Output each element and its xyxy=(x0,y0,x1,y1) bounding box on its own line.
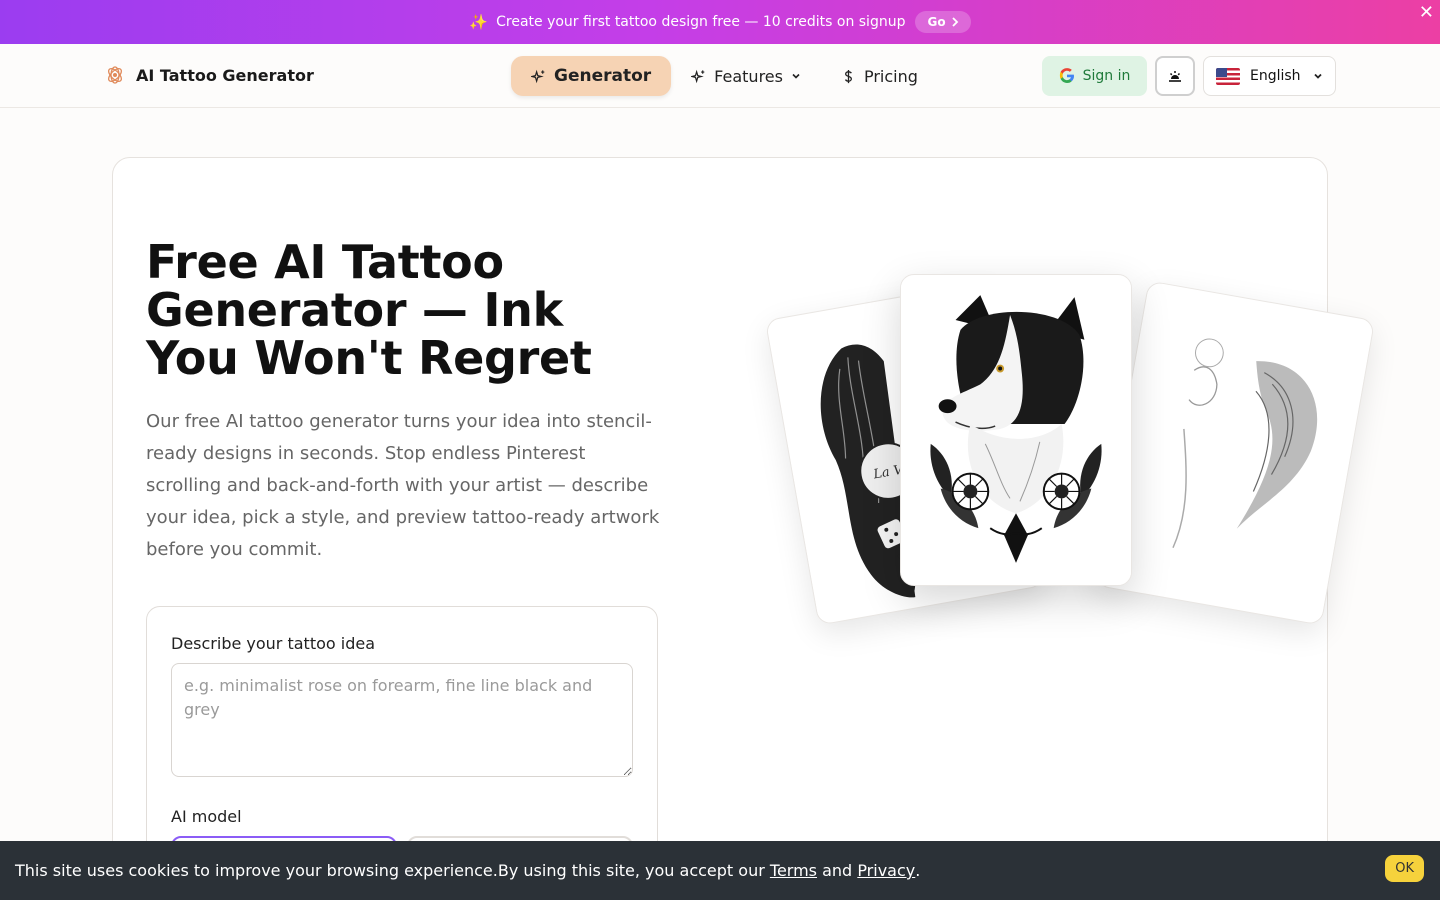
tattoo-idea-input[interactable] xyxy=(171,663,633,777)
brand-name: AI Tattoo Generator xyxy=(136,65,314,85)
privacy-link[interactable]: Privacy xyxy=(857,861,915,880)
nav-item-pricing[interactable]: Pricing xyxy=(821,56,938,96)
language-label: English xyxy=(1250,68,1301,84)
dog-tattoo-illustration xyxy=(901,275,1131,585)
idea-label: Describe your tattoo idea xyxy=(171,634,376,653)
language-selector[interactable]: English xyxy=(1203,56,1336,96)
terms-link[interactable]: Terms xyxy=(770,861,817,880)
cookie-period: . xyxy=(915,861,921,880)
sparkles-icon xyxy=(691,69,705,83)
logo-icon xyxy=(108,66,122,84)
sparkles-icon xyxy=(531,69,545,83)
sparkle-icon: ✨ xyxy=(469,13,489,31)
nav-item-label: Generator xyxy=(554,66,652,86)
chevron-right-icon xyxy=(951,17,958,27)
cookie-banner: This site uses cookies to improve your b… xyxy=(0,841,1440,900)
chevron-down-icon xyxy=(792,73,800,79)
page-title: Free AI Tattoo Generator — Ink You Won't… xyxy=(146,235,592,385)
tattoo-sample-dog xyxy=(900,274,1132,586)
cookie-ok-button[interactable]: OK xyxy=(1385,855,1424,882)
theme-toggle-button[interactable] xyxy=(1155,56,1195,96)
angel-tattoo-illustration xyxy=(1096,281,1374,625)
sign-in-label: Sign in xyxy=(1082,68,1131,84)
promo-go-label: Go xyxy=(927,15,946,29)
sunset-icon xyxy=(1169,71,1181,82)
promo-banner: ✨ Create your first tattoo design free —… xyxy=(0,0,1440,44)
nav-item-features[interactable]: Features xyxy=(671,56,821,96)
promo-go-button[interactable]: Go xyxy=(915,11,971,33)
brand[interactable]: AI Tattoo Generator xyxy=(104,64,314,86)
cookie-and: and xyxy=(822,861,853,880)
nav-item-label: Features xyxy=(714,66,783,86)
top-nav: AI Tattoo Generator Generator Features P… xyxy=(0,44,1440,108)
chevron-down-icon xyxy=(1314,73,1322,79)
us-flag-icon xyxy=(1216,67,1240,85)
dollar-icon xyxy=(844,69,852,83)
cookie-text: This site uses cookies to improve your b… xyxy=(15,861,765,880)
tattoo-sample-angel xyxy=(1094,280,1376,626)
promo-text: Create your first tattoo design free — 1… xyxy=(496,14,906,30)
close-banner-icon[interactable]: ✕ xyxy=(1419,2,1434,23)
hero-card: Free AI Tattoo Generator — Ink You Won't… xyxy=(112,157,1376,900)
sign-in-button[interactable]: Sign in xyxy=(1042,56,1147,96)
nav-item-label: Pricing xyxy=(863,66,918,86)
main-menu: Generator Features Pricing xyxy=(511,56,938,96)
google-icon xyxy=(1059,68,1074,83)
model-label: AI model xyxy=(171,807,242,826)
hero-description: Our free AI tattoo generator turns your … xyxy=(146,411,660,560)
nav-item-generator[interactable]: Generator xyxy=(511,56,672,96)
